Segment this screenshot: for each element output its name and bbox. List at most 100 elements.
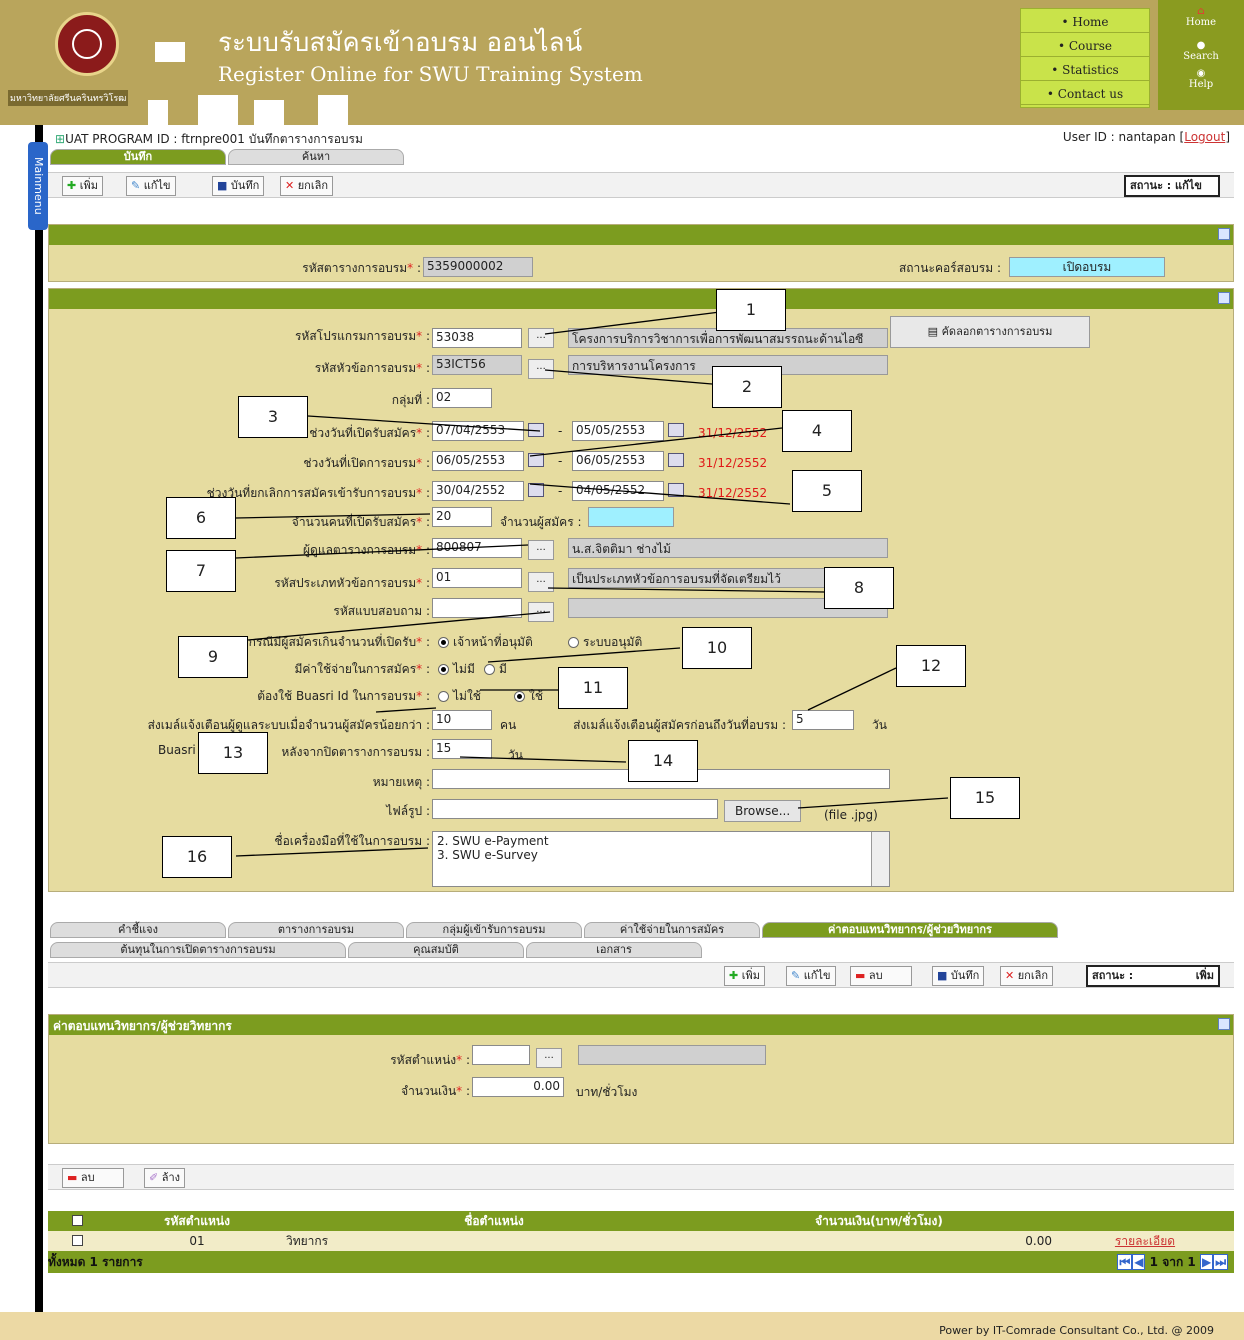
train-from-input[interactable]: 06/05/2553 <box>432 451 524 471</box>
help-link[interactable]: ◉ Help <box>1158 68 1244 90</box>
tab-save[interactable]: บันทึก <box>50 149 226 165</box>
tab-documents[interactable]: เอกสาร <box>526 942 702 958</box>
callout-5: 5 <box>792 470 862 512</box>
copy-schedule-button[interactable]: ▤ คัดลอกตารางการอบรม <box>890 316 1090 348</box>
save-button[interactable]: ■ บันทึก <box>212 176 265 196</box>
buasri-close-label: Buasri <box>158 743 196 757</box>
topic-lookup-button[interactable]: ... <box>528 359 554 379</box>
train-to-input[interactable]: 06/05/2553 <box>572 451 664 471</box>
edit-button[interactable]: ✎ แก้ไข <box>786 966 836 986</box>
cancel-to-input[interactable]: 04/05/2552 <box>572 481 664 501</box>
callout-10: 10 <box>682 627 752 669</box>
scrollbar[interactable] <box>871 832 889 886</box>
tools-list[interactable]: 2. SWU e-Payment 3. SWU e-Survey <box>432 831 890 887</box>
collapse-icon[interactable] <box>1218 1018 1230 1030</box>
delete-button[interactable]: ▬ ลบ <box>62 1168 124 1188</box>
survey-code-input[interactable] <box>432 598 522 618</box>
program-lookup-button[interactable]: ... <box>528 328 554 348</box>
calendar-icon[interactable] <box>668 453 684 467</box>
prev-page-icon[interactable]: ◀ <box>1132 1253 1146 1270</box>
nav-home[interactable]: • Home <box>1021 11 1149 33</box>
overflow-option-staff[interactable]: เจ้าหน้าที่อนุมัติ <box>438 633 533 652</box>
train-period-label: ช่วงวันที่เปิดการอบรม* : <box>303 456 430 470</box>
col-amount: จำนวนเงิน(บาท/ชั่วโมง) <box>815 1213 943 1228</box>
row-checkbox[interactable] <box>72 1235 83 1246</box>
owner-code-input[interactable]: 800807 <box>432 538 522 558</box>
survey-lookup-button[interactable]: ... <box>528 602 554 622</box>
seats-input[interactable]: 20 <box>432 507 492 527</box>
group-input[interactable]: 02 <box>432 388 492 408</box>
detail-link[interactable]: รายละเอียด <box>1056 1231 1234 1251</box>
last-page-icon[interactable]: ⏭ <box>1213 1253 1228 1270</box>
delete-button[interactable]: ▬ ลบ <box>850 966 912 986</box>
add-button[interactable]: ✚ เพิ่ม <box>62 176 103 196</box>
type-lookup-button[interactable]: ... <box>528 572 554 592</box>
buasri-option-yes[interactable]: ใช้ <box>514 687 543 706</box>
reg-to-input[interactable]: 05/05/2553 <box>572 421 664 441</box>
type-code-input[interactable]: 01 <box>432 568 522 588</box>
buasri-close-input[interactable]: 15 <box>432 739 492 759</box>
position-lookup-button[interactable]: ... <box>536 1048 562 1068</box>
calendar-icon[interactable] <box>668 423 684 437</box>
app-title-english: Register Online for SWU Training System <box>218 62 643 86</box>
nav-course[interactable]: • Course <box>1021 35 1149 57</box>
cancel-button[interactable]: ✕ ยกเลิก <box>1000 966 1053 986</box>
tab-explanation[interactable]: คำชี้แจง <box>50 922 226 938</box>
total-count: ทั้งหมด 1 รายการ <box>48 1254 143 1269</box>
col-code: รหัสตำแหน่ง <box>164 1213 230 1228</box>
callout-16: 16 <box>162 836 232 878</box>
calendar-icon[interactable] <box>668 483 684 497</box>
file-input[interactable] <box>432 799 718 819</box>
calendar-icon[interactable] <box>528 423 544 437</box>
tab-fees[interactable]: ค่าใช้จ่ายในการสมัคร <box>584 922 760 938</box>
home-link[interactable]: ⌂ Home <box>1158 6 1244 28</box>
mail-applicant-input[interactable]: 5 <box>792 710 854 730</box>
cancel-from-input[interactable]: 30/04/2552 <box>432 481 524 501</box>
fee-option-yes[interactable]: มี <box>484 660 507 679</box>
browse-button[interactable]: Browse... <box>724 800 802 822</box>
clear-button[interactable]: ✐ ล้าง <box>144 1168 186 1188</box>
nav-contact[interactable]: • Contact us <box>1021 83 1149 105</box>
amount-input[interactable]: 0.00 <box>472 1077 564 1097</box>
fee-option-no[interactable]: ไม่มี <box>438 660 475 679</box>
next-page-icon[interactable]: ▶ <box>1199 1253 1214 1270</box>
select-all-checkbox[interactable] <box>72 1215 83 1226</box>
program-name: โครงการบริการวิชาการเพื่อการพัฒนาสมรรถนะ… <box>568 328 888 348</box>
radio-icon <box>438 637 449 648</box>
callout-9: 9 <box>178 636 248 678</box>
position-code-input[interactable] <box>472 1045 530 1065</box>
mail-applicant-unit: วัน <box>872 718 887 732</box>
callout-6: 6 <box>166 497 236 539</box>
callout-15: 15 <box>950 777 1020 819</box>
mainmenu-toggle[interactable]: Mainmenu <box>28 142 48 230</box>
first-page-icon[interactable]: ⏮ <box>1117 1253 1133 1270</box>
tab-schedule[interactable]: ตารางการอบรม <box>228 922 404 938</box>
position-name <box>578 1045 766 1065</box>
logout-link[interactable]: Logout <box>1184 130 1225 144</box>
owner-lookup-button[interactable]: ... <box>528 540 554 560</box>
tab-groups[interactable]: กลุ่มผู้เข้ารับการอบรม <box>406 922 582 938</box>
tab-cost[interactable]: ต้นทุนในการเปิดตารางการอบรม <box>50 942 346 958</box>
collapse-icon[interactable] <box>1218 292 1230 304</box>
tab-qualification[interactable]: คุณสมบัติ <box>348 942 524 958</box>
collapse-icon[interactable] <box>1218 228 1230 240</box>
tab-search[interactable]: ค้นหา <box>228 149 404 165</box>
add-button[interactable]: ✚ เพิ่ม <box>724 966 765 986</box>
reg-from-input[interactable]: 07/04/2553 <box>432 421 524 441</box>
search-link[interactable]: ● Search <box>1158 40 1244 62</box>
cancel-button[interactable]: ✕ ยกเลิก <box>280 176 333 196</box>
file-label: ไฟล์รูป : <box>386 804 430 818</box>
callout-13: 13 <box>198 732 268 774</box>
toolbar-detail: ✚ เพิ่ม ✎ แก้ไข ▬ ลบ ■ บันทึก ✕ ยกเลิก ส… <box>48 962 1234 988</box>
tab-lecturer-pay[interactable]: ค่าตอบแทนวิทยากร/ผู้ช่วยวิทยากร <box>762 922 1058 938</box>
reg-period-label: ช่วงวันที่เปิดรับสมัคร* : <box>309 426 430 440</box>
save-button[interactable]: ■ บันทึก <box>932 966 985 986</box>
nav-statistics[interactable]: • Statistics <box>1021 59 1149 81</box>
mail-admin-input[interactable]: 10 <box>432 710 492 730</box>
overflow-option-system[interactable]: ระบบอนุมัติ <box>568 633 642 652</box>
program-code-input[interactable]: 53038 <box>432 328 522 348</box>
calendar-icon[interactable] <box>528 483 544 497</box>
calendar-icon[interactable] <box>528 453 544 467</box>
buasri-option-no[interactable]: ไม่ใช้ <box>438 687 481 706</box>
edit-button[interactable]: ✎ แก้ไข <box>126 176 176 196</box>
